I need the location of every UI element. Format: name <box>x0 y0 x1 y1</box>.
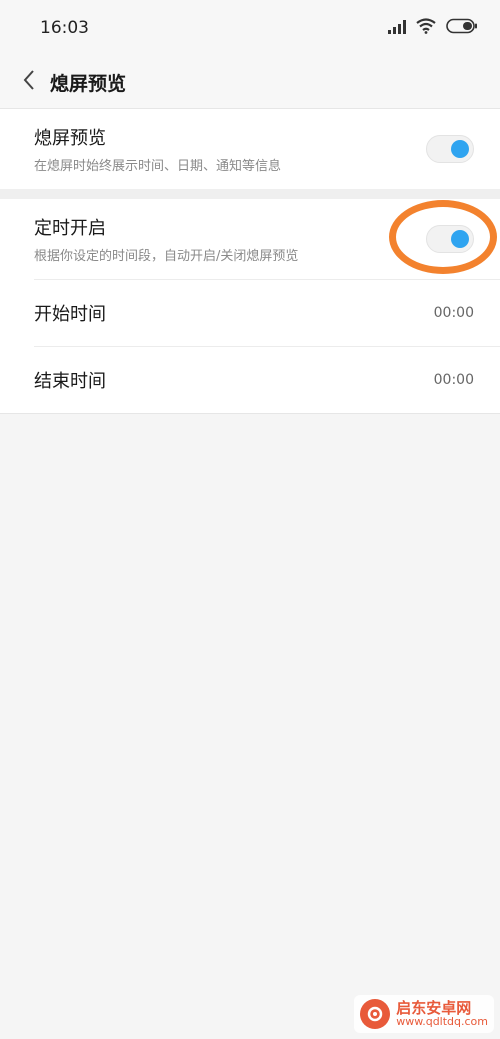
aod-subtitle: 在熄屏时始终展示时间、日期、通知等信息 <box>34 159 282 174</box>
watermark-url: www.qdltdq.com <box>396 1015 488 1029</box>
status-bar: 16:03 <box>0 0 500 56</box>
start-time-row[interactable]: 开始时间 00:00 <box>0 280 500 346</box>
card-bottom-divider <box>0 413 500 414</box>
end-time-value: 00:00 <box>433 372 474 388</box>
wifi-icon <box>416 18 436 38</box>
start-time-value: 00:00 <box>433 305 474 321</box>
aod-card: 熄屏预览 在熄屏时始终展示时间、日期、通知等信息 <box>0 109 500 189</box>
chevron-left-icon <box>22 69 36 95</box>
watermark: 启东安卓网 www.qdltdq.com <box>354 995 494 1033</box>
section-gap <box>0 189 500 199</box>
start-time-label: 开始时间 <box>34 304 106 325</box>
header: 熄屏预览 <box>0 56 500 108</box>
battery-icon <box>446 18 478 38</box>
toggle-knob <box>451 230 469 248</box>
schedule-toggle[interactable] <box>426 225 474 253</box>
status-time: 16:03 <box>40 18 89 38</box>
schedule-title: 定时开启 <box>34 218 106 239</box>
page-title: 熄屏预览 <box>50 72 127 95</box>
schedule-subtitle: 根据你设定的时间段，自动开启/关闭熄屏预览 <box>34 249 299 264</box>
aod-title: 熄屏预览 <box>34 128 106 149</box>
signal-icon <box>388 19 406 38</box>
watermark-logo-icon <box>360 999 391 1029</box>
aod-toggle[interactable] <box>426 135 474 163</box>
schedule-row[interactable]: 定时开启 根据你设定的时间段，自动开启/关闭熄屏预览 <box>0 199 500 279</box>
end-time-row[interactable]: 结束时间 00:00 <box>0 347 500 413</box>
toggle-knob <box>451 140 469 158</box>
back-button[interactable] <box>16 62 42 102</box>
status-icons <box>388 18 478 38</box>
end-time-label: 结束时间 <box>34 371 106 392</box>
schedule-card: 定时开启 根据你设定的时间段，自动开启/关闭熄屏预览 开始时间 00:00 结束… <box>0 199 500 413</box>
aod-row[interactable]: 熄屏预览 在熄屏时始终展示时间、日期、通知等信息 <box>0 109 500 189</box>
watermark-title: 启东安卓网 <box>396 998 472 1017</box>
